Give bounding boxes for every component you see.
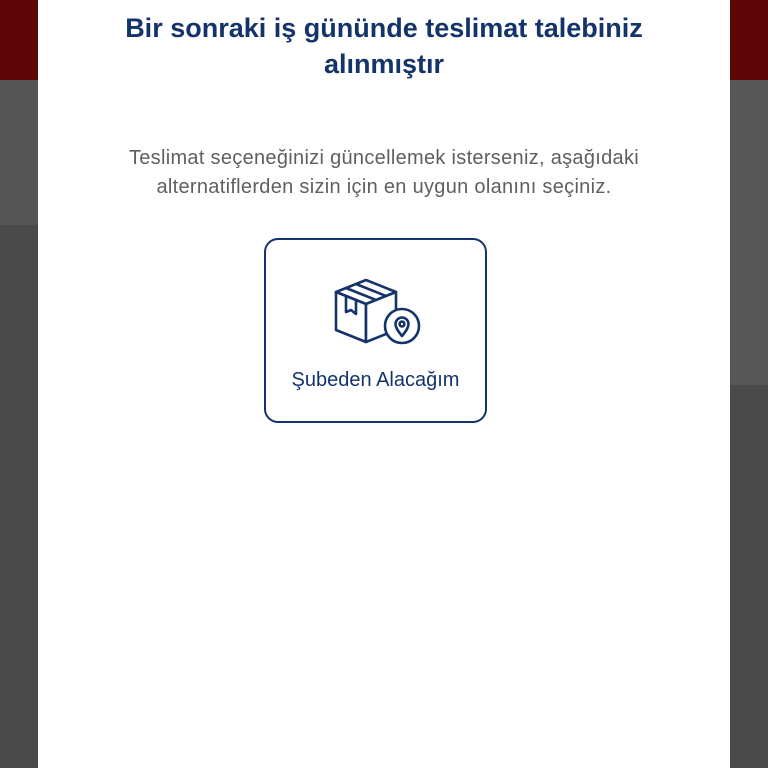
branch-pickup-option-label: Şubeden Alacağım — [291, 369, 460, 391]
background-content-right — [730, 80, 768, 385]
background-content-left — [0, 80, 38, 225]
screen: Bir sonraki iş gününde teslimat talebini… — [0, 0, 768, 768]
delivery-options-dialog: Bir sonraki iş gününde teslimat talebini… — [38, 0, 730, 768]
dialog-description: Teslimat seçeneğinizi güncellemek isters… — [128, 147, 640, 198]
package-location-icon — [334, 278, 421, 345]
branch-pickup-option-card[interactable]: Şubeden Alacağım — [264, 238, 487, 423]
dialog-title: Bir sonraki iş gününde teslimat talebini… — [125, 13, 643, 79]
